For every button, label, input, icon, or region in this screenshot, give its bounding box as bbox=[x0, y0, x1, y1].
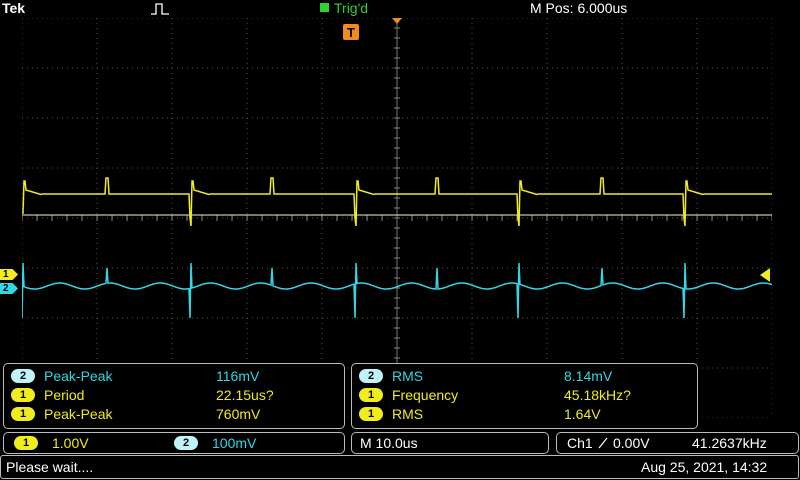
measurement-name: Period bbox=[44, 387, 85, 403]
ch2-scale: 100mV bbox=[212, 435, 257, 451]
measurement-row: 1 RMS 1.64V bbox=[352, 404, 695, 424]
measurement-name: Frequency bbox=[392, 387, 459, 403]
status-datetime: Aug 25, 2021, 14:32 bbox=[641, 459, 768, 475]
measurement-row: 1 Peak-Peak 760mV bbox=[4, 404, 342, 424]
measurement-name: RMS bbox=[392, 368, 424, 384]
rising-edge-icon bbox=[598, 437, 608, 449]
ch2-badge: 2 bbox=[359, 369, 383, 383]
ch1-badge: 1 bbox=[14, 436, 38, 450]
measurement-value: 760mV bbox=[216, 406, 261, 422]
trigger-panel[interactable]: Ch1 0.00V 41.2637kHz bbox=[556, 432, 799, 454]
ch2-badge: 2 bbox=[11, 369, 35, 383]
trigger-position-marker bbox=[392, 18, 402, 24]
acquisition-mode-icon bbox=[151, 3, 169, 15]
brand-logo: Tek bbox=[2, 0, 26, 16]
trigger-frequency: 41.2637kHz bbox=[692, 435, 767, 451]
ch1-badge: 1 bbox=[359, 388, 383, 402]
trigger-level-marker[interactable] bbox=[760, 268, 770, 282]
measurement-row: 1 Frequency 45.18kHz? bbox=[352, 385, 695, 405]
waveform-display[interactable]: T bbox=[22, 18, 772, 418]
trigger-t-label: T bbox=[347, 25, 355, 40]
measurement-name: Peak-Peak bbox=[44, 406, 113, 422]
ch1-badge: 1 bbox=[11, 407, 35, 421]
ch2-badge: 2 bbox=[174, 436, 198, 450]
measurement-value: 1.64V bbox=[564, 406, 601, 422]
ch1-scale: 1.00V bbox=[52, 435, 89, 451]
status-bar: Please wait.... Aug 25, 2021, 14:32 bbox=[0, 455, 799, 479]
measurement-value: 22.15us? bbox=[216, 387, 274, 403]
ch1-level-marker[interactable]: 1 bbox=[0, 269, 18, 280]
measurement-value: 116mV bbox=[216, 368, 260, 384]
status-message: Please wait.... bbox=[6, 459, 94, 475]
measurement-row: 1 Period 22.15us? bbox=[4, 385, 342, 405]
measurements-right-panel: 2 RMS 8.14mV 1 Frequency 45.18kHz? 1 RMS… bbox=[351, 363, 698, 429]
measurement-row: 2 Peak-Peak 116mV bbox=[4, 366, 342, 386]
timebase-value: M 10.0us bbox=[360, 435, 418, 451]
measurement-value: 45.18kHz? bbox=[564, 387, 631, 403]
trigger-state-text: Trig'd bbox=[334, 0, 369, 16]
trigger-state: Trig'd bbox=[320, 0, 368, 16]
measurement-name: RMS bbox=[392, 406, 424, 422]
timebase-panel[interactable]: M 10.0us bbox=[351, 432, 549, 454]
ch1-badge: 1 bbox=[359, 407, 383, 421]
horizontal-position: M Pos: 6.000us bbox=[530, 0, 628, 16]
trigger-level: 0.00V bbox=[613, 435, 650, 451]
measurements-left-panel: 2 Peak-Peak 116mV 1 Period 22.15us? 1 Pe… bbox=[3, 363, 345, 429]
ch1-badge: 1 bbox=[11, 388, 35, 402]
top-status-bar: Tek Trig'd M Pos: 6.000us bbox=[0, 0, 800, 18]
ch2-level-marker[interactable]: 2 bbox=[0, 283, 18, 294]
measurement-value: 8.14mV bbox=[564, 368, 613, 384]
measurement-row: 2 RMS 8.14mV bbox=[352, 366, 695, 386]
graticule-ticks bbox=[22, 18, 772, 418]
measurement-name: Peak-Peak bbox=[44, 368, 113, 384]
trigger-source: Ch1 bbox=[567, 435, 593, 451]
trigger-state-icon bbox=[320, 3, 329, 12]
channel-scale-panel[interactable]: 1 1.00V 2 100mV bbox=[3, 432, 345, 454]
